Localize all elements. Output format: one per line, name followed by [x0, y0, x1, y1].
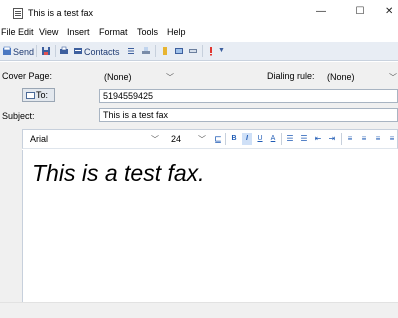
save-icon[interactable] — [41, 46, 51, 56]
cover-page-dropdown[interactable]: (None) ﹀ — [99, 68, 181, 84]
chevron-down-icon: ﹀ — [389, 73, 397, 82]
font-size-dropdown[interactable]: 24 ﹀ — [169, 131, 209, 147]
align-center-icon[interactable]: ≡ — [359, 133, 369, 145]
menu-edit[interactable]: Edit — [18, 27, 34, 37]
close-button[interactable]: ✕ — [385, 4, 398, 20]
status-bar — [0, 302, 398, 318]
dialing-rule-dropdown[interactable]: (None) ﹀ — [322, 68, 398, 84]
menu-tools[interactable]: Tools — [137, 27, 158, 37]
cover-page-label: Cover Page: — [2, 71, 53, 81]
menu-bar: File Edit View Insert Format Tools Help — [0, 24, 398, 39]
numbered-list-icon[interactable]: ☰ — [299, 133, 309, 145]
chevron-down-icon: ﹀ — [198, 135, 206, 144]
menu-file[interactable]: File — [1, 27, 16, 37]
text-color-icon[interactable]: A — [268, 133, 278, 145]
insert-picture-icon[interactable] — [174, 46, 184, 56]
menu-format[interactable]: Format — [99, 27, 128, 37]
contacts-icon[interactable] — [73, 46, 83, 56]
font-name-value: Arial — [30, 134, 49, 144]
address-card-icon — [26, 92, 35, 99]
body-text: This is a test fax. — [32, 160, 205, 186]
attach-icon[interactable] — [160, 46, 170, 56]
send-icon[interactable] — [2, 46, 12, 56]
subject-field[interactable]: This is a test fax — [99, 108, 398, 122]
send-button[interactable]: Send — [13, 47, 34, 57]
toolbar-divider — [281, 133, 282, 145]
to-field[interactable]: 5194559425 — [99, 89, 398, 103]
italic-icon[interactable]: I — [242, 133, 252, 145]
maximize-button[interactable]: ☐ — [345, 4, 375, 20]
menu-insert[interactable]: Insert — [67, 27, 90, 37]
toolbar-divider — [225, 133, 226, 145]
subject-label: Subject: — [2, 111, 35, 121]
priority-high-icon[interactable] — [206, 46, 216, 56]
toolbar-divider — [36, 45, 37, 57]
to-label: To: — [36, 90, 49, 100]
toolbar-divider — [55, 45, 56, 57]
decrease-indent-icon[interactable]: ⇤ — [313, 133, 323, 145]
scanner-icon[interactable] — [141, 46, 151, 56]
bold-icon[interactable]: B — [229, 133, 239, 145]
dialing-rule-value: (None) — [327, 72, 355, 82]
chevron-down-icon: ﹀ — [151, 135, 159, 144]
toolbar-divider — [202, 45, 203, 57]
left-gutter — [0, 129, 22, 302]
bulleted-list-icon[interactable]: ☰ — [285, 133, 295, 145]
align-left-icon[interactable]: ≡ — [345, 133, 355, 145]
align-right-icon[interactable]: ≡ — [373, 133, 383, 145]
chevron-down-icon: ﹀ — [166, 73, 174, 82]
page-setup-icon[interactable] — [188, 46, 198, 56]
minimize-button[interactable]: — — [306, 4, 336, 20]
font-name-dropdown[interactable]: Arial ﹀ — [25, 131, 163, 147]
main-toolbar: Send Contacts ▼ — [0, 42, 398, 61]
format-toolbar: Arial ﹀ 24 ﹀ ⊑ B I U A ☰ ☰ ⇤ ⇥ ≡ ≡ ≡ ≡ — [22, 129, 398, 149]
list-icon[interactable] — [126, 46, 136, 56]
title-bar: This is a test fax — ☐ ✕ — [0, 0, 398, 24]
toolbar-divider — [341, 133, 342, 145]
increase-indent-icon[interactable]: ⇥ — [327, 133, 337, 145]
font-color-icon[interactable]: ⊑ — [213, 133, 223, 145]
to-button[interactable]: To: — [22, 88, 55, 102]
font-size-value: 24 — [171, 134, 182, 144]
message-body-editor[interactable]: This is a test fax. — [22, 150, 398, 302]
priority-dropdown-chevron-icon[interactable]: ▼ — [218, 47, 225, 54]
fax-document-icon — [13, 8, 23, 19]
toolbar-divider — [155, 45, 156, 57]
dialing-rule-label: Dialing rule: — [267, 71, 315, 81]
window-title: This is a test fax — [28, 8, 94, 18]
contacts-button[interactable]: Contacts — [84, 47, 120, 57]
cover-page-value: (None) — [104, 72, 132, 82]
menu-view[interactable]: View — [39, 27, 58, 37]
underline-icon[interactable]: U — [255, 133, 265, 145]
print-icon[interactable] — [59, 46, 69, 56]
justify-icon[interactable]: ≡ — [387, 133, 397, 145]
menu-help[interactable]: Help — [167, 27, 186, 37]
